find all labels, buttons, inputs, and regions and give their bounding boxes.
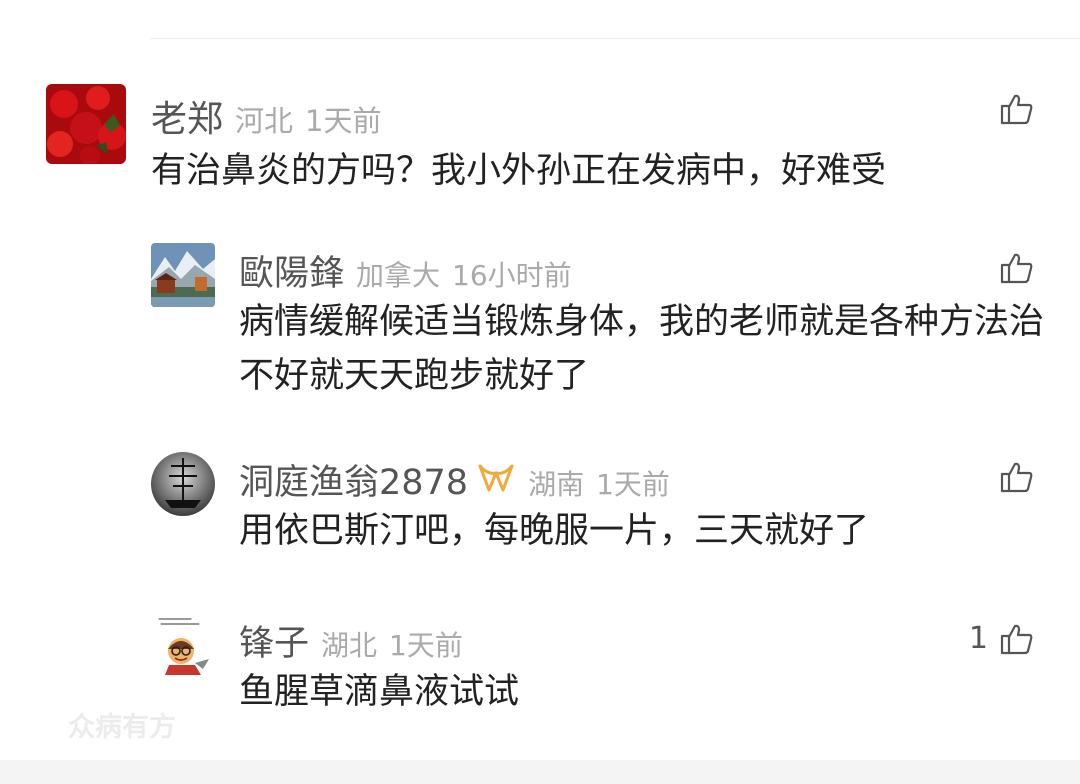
thumbs-up-icon bbox=[1000, 94, 1033, 125]
like-button[interactable]: 1 bbox=[969, 621, 1034, 656]
bottom-bar bbox=[0, 760, 1080, 784]
watermark: 众病有方 bbox=[68, 712, 176, 743]
avatar[interactable] bbox=[151, 613, 215, 677]
timestamp: 1天前 bbox=[389, 629, 463, 662]
author-name[interactable]: 洞庭渔翁2878 bbox=[239, 454, 468, 505]
timestamp: 1天前 bbox=[596, 468, 670, 501]
reply-text: 用依巴斯汀吧，每晚服一片，三天就好了 bbox=[239, 511, 870, 551]
location: 河北 bbox=[235, 104, 294, 138]
top-divider bbox=[150, 38, 1080, 39]
reply-text: 病情缓解候适当锻炼身体，我的老师就是各种方法治不好就天天跑步就好了 bbox=[239, 302, 1045, 396]
timestamp: 1天前 bbox=[305, 104, 382, 138]
avatar[interactable] bbox=[151, 452, 215, 516]
thumbs-up-icon bbox=[1000, 462, 1033, 493]
location: 加拿大 bbox=[356, 259, 441, 292]
comment-header: 洞庭渔翁2878 湖南 1天前 bbox=[239, 454, 670, 505]
comment-header: 锋子 湖北 1天前 bbox=[239, 615, 463, 666]
like-button[interactable] bbox=[988, 251, 1034, 285]
location: 湖北 bbox=[321, 629, 378, 662]
timestamp: 16小时前 bbox=[452, 259, 572, 292]
like-count: 1 bbox=[968, 621, 988, 656]
comment-text: 有治鼻炎的方吗？我小外孙正在发病中，好难受 bbox=[151, 151, 887, 191]
thumbs-up-icon bbox=[1000, 253, 1033, 284]
thumbs-up-icon bbox=[1000, 624, 1033, 654]
verified-badge-icon bbox=[476, 463, 516, 497]
comment-header: 老郑 河北 1天前 bbox=[151, 90, 381, 142]
author-name[interactable]: 锋子 bbox=[239, 615, 309, 666]
author-name[interactable]: 老郑 bbox=[151, 90, 223, 142]
author-name[interactable]: 歐陽鋒 bbox=[239, 245, 344, 296]
comment-header: 歐陽鋒 加拿大 16小时前 bbox=[239, 245, 572, 296]
like-button[interactable] bbox=[988, 92, 1034, 126]
avatar[interactable] bbox=[46, 84, 126, 164]
reply-text: 鱼腥草滴鼻液试试 bbox=[239, 672, 520, 712]
location: 湖南 bbox=[528, 468, 585, 501]
avatar[interactable] bbox=[151, 243, 215, 307]
like-button[interactable] bbox=[988, 460, 1034, 494]
